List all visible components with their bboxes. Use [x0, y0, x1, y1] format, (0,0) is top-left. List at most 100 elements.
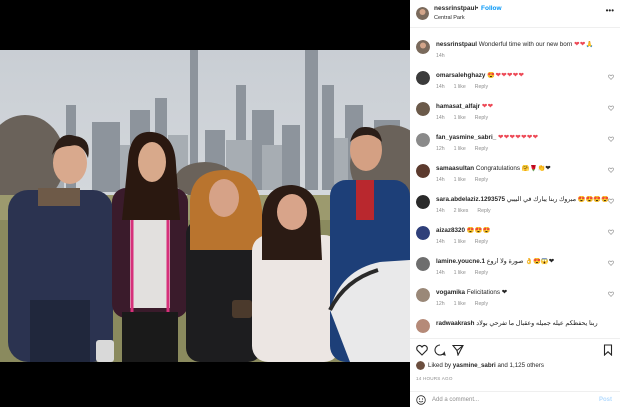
separator-dot: • — [476, 5, 479, 12]
comment-username[interactable]: radwaakrash — [436, 320, 475, 327]
comment-text: ❤❤❤❤❤❤❤ — [497, 134, 539, 141]
reply-link[interactable]: Reply — [475, 270, 488, 276]
comment-text: 😍❤❤❤❤❤ — [487, 72, 525, 79]
avatar[interactable] — [416, 195, 430, 209]
reply-link[interactable]: Reply — [475, 239, 488, 245]
like-count[interactable]: 1 like — [454, 115, 466, 121]
reply-link[interactable]: Reply — [477, 208, 490, 214]
like-count[interactable]: 1 like — [454, 146, 466, 152]
reply-link[interactable]: Reply — [475, 301, 488, 307]
list-item: fan_yasmine_sabri_ ❤❤❤❤❤❤❤ 12h 1 like Repl… — [410, 133, 620, 163]
comment-meta: 14h — [436, 53, 445, 59]
comment-username[interactable]: vogamika — [436, 289, 465, 296]
like-count[interactable]: 1 like — [454, 270, 466, 276]
heart-icon[interactable] — [608, 260, 614, 266]
caption-username[interactable]: nessrinstpaul — [436, 41, 477, 48]
comment-meta: 14h 1 like Reply — [436, 239, 489, 245]
list-item: vogamika Felicitations ❤ 12h 1 like Reply — [410, 288, 620, 318]
comment-icon[interactable] — [434, 344, 446, 356]
list-item: radwaakrash ربنا يحفظكم عيله جميله وعقبا… — [410, 319, 620, 338]
comment-meta: 12h 1 like Reply — [436, 301, 489, 307]
comment-text: 😍😍😍 — [466, 227, 491, 234]
avatar[interactable] — [416, 102, 430, 116]
post-media — [0, 0, 410, 407]
list-item: omarsalehghazy 😍❤❤❤❤❤ 14h 1 like Reply — [410, 71, 620, 101]
reply-link[interactable]: Reply — [475, 115, 488, 121]
comment-text: صورة ولا أروع 👌😍😱❤ — [486, 258, 554, 265]
likes-summary: Liked by yasmine_sabri and 1,125 others — [416, 361, 544, 370]
reply-link[interactable]: Reply — [475, 177, 488, 183]
post-comment-button[interactable]: Post — [599, 397, 612, 403]
comment-text: Felicitations ❤ — [466, 289, 508, 296]
comment-meta: 14h 1 like Reply — [436, 270, 489, 276]
post-location[interactable]: Central Park — [434, 15, 465, 21]
like-count[interactable]: 1 like — [454, 301, 466, 307]
comment-text: مبروك ربنا يبارك في البيبي 😍😍😍😍 — [506, 196, 610, 203]
heart-icon[interactable] — [608, 291, 614, 297]
caption-text: Wonderful time with our new born — [478, 41, 573, 48]
share-icon[interactable] — [452, 344, 464, 356]
follow-button[interactable]: Follow — [481, 5, 502, 12]
heart-icon[interactable] — [416, 344, 428, 356]
post-panel: nessrinstpaul • Follow Central Park ••• … — [410, 0, 620, 407]
comment-text: ❤❤ — [481, 103, 494, 110]
heart-icon[interactable] — [608, 198, 614, 204]
avatar[interactable] — [416, 40, 430, 54]
family-photo — [0, 50, 410, 362]
comment-text: Congratulations 🤗🌹👏❤ — [475, 165, 551, 172]
post-username[interactable]: nessrinstpaul — [434, 5, 476, 12]
heart-icon[interactable] — [608, 229, 614, 235]
heart-icon[interactable] — [608, 74, 614, 80]
avatar[interactable] — [416, 257, 430, 271]
heart-icon[interactable] — [608, 167, 614, 173]
comment-username[interactable]: omarsalehghazy — [436, 72, 485, 79]
reply-link[interactable]: Reply — [475, 84, 488, 90]
like-count[interactable]: 1 like — [454, 84, 466, 90]
avatar[interactable] — [416, 7, 429, 20]
liked-by-others[interactable]: and 1,125 others — [498, 362, 544, 369]
avatar[interactable] — [416, 288, 430, 302]
person-3 — [186, 170, 262, 362]
bookmark-icon[interactable] — [602, 344, 614, 356]
avatar[interactable] — [416, 319, 430, 333]
reply-link[interactable]: Reply — [475, 146, 488, 152]
heart-icon[interactable] — [608, 136, 614, 142]
list-item: hamasat_alfajr ❤❤ 14h 1 like Reply — [410, 102, 620, 132]
avatar[interactable] — [416, 133, 430, 147]
comment-username[interactable]: hamasat_alfajr — [436, 103, 480, 110]
comment-username[interactable]: fan_yasmine_sabri_ — [436, 134, 496, 141]
comment-username[interactable]: samaasultan — [436, 165, 474, 172]
comment-meta: 14h 1 like Reply — [436, 115, 489, 121]
heart-icon[interactable] — [608, 105, 614, 111]
comment-username[interactable]: sara.abdelaziz.1293575 — [436, 196, 505, 203]
avatar[interactable] — [416, 361, 425, 370]
comment-username[interactable]: aizaz8320 — [436, 227, 465, 234]
add-comment-input[interactable]: Add a comment... — [432, 397, 479, 403]
add-comment-bar: Add a comment... Post — [410, 391, 620, 407]
comment-text: ربنا يحفظكم عيله جميله وعقبال ما تفرحي ب… — [476, 320, 598, 327]
like-count[interactable]: 2 likes — [454, 208, 469, 214]
like-count[interactable]: 1 like — [454, 177, 466, 183]
caption: nessrinstpaul Wonderful time with our ne… — [410, 40, 620, 70]
avatar[interactable] — [416, 226, 430, 240]
caption-emoji: ❤❤🙏 — [574, 41, 595, 48]
post-header: nessrinstpaul • Follow Central Park ••• — [410, 0, 620, 28]
liked-by-user[interactable]: yasmine_sabri — [453, 362, 496, 369]
post-actions: Liked by yasmine_sabri and 1,125 others … — [410, 338, 620, 407]
list-item: lamine.youcne.1 صورة ولا أروع 👌😍😱❤ 14h 1 … — [410, 257, 620, 287]
like-count[interactable]: 1 like — [454, 239, 466, 245]
comment-meta: 14h 2 likes Reply — [436, 208, 491, 214]
list-item: sara.abdelaziz.1293575 مبروك ربنا يبارك … — [410, 195, 620, 225]
comment-meta: 14h 1 like Reply — [436, 84, 489, 90]
comment-meta: 12h 1 like Reply — [436, 146, 489, 152]
comment-username[interactable]: lamine.youcne.1 — [436, 258, 485, 265]
emoji-icon[interactable] — [416, 395, 426, 405]
post-timestamp[interactable]: 14 HOURS AGO — [416, 376, 453, 381]
more-icon[interactable]: ••• — [606, 6, 614, 15]
avatar[interactable] — [416, 71, 430, 85]
list-item: samaasultan Congratulations 🤗🌹👏❤ 14h 1 li… — [410, 164, 620, 194]
comments-list[interactable]: nessrinstpaul Wonderful time with our ne… — [410, 30, 620, 338]
comment-meta: 14h 1 like Reply — [436, 177, 489, 183]
avatar[interactable] — [416, 164, 430, 178]
post-photo[interactable] — [0, 50, 410, 362]
